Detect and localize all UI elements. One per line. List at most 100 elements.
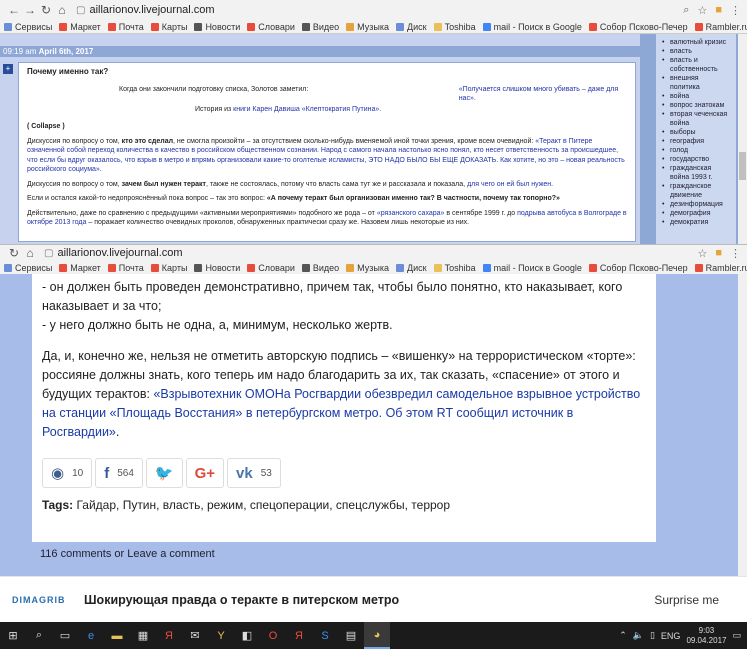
leave-comment-link[interactable]: Leave a comment	[127, 548, 214, 560]
bottom-bookmark-7[interactable]: Музыка	[346, 263, 389, 273]
lj-share-button[interactable]: ◉ 10	[42, 458, 93, 488]
top-bookmark-6[interactable]: Видео	[301, 22, 339, 32]
notifications-icon[interactable]: ▭	[732, 630, 741, 641]
book-link[interactable]: книги Карен Давиша «Клептократия Путина»…	[233, 106, 381, 113]
back-icon[interactable]: ←	[6, 3, 22, 17]
sidebar-tag-item[interactable]: война	[662, 92, 730, 101]
bottom-bookmark-1[interactable]: Маркет	[59, 263, 101, 273]
top-bookmark-7[interactable]: Музыка	[346, 22, 389, 32]
why-needed-link[interactable]: для чего он ей был нужен.	[467, 181, 553, 188]
bottom-bookmark-0[interactable]: Сервисы	[4, 263, 52, 273]
top-bookmark-1[interactable]: Маркет	[59, 22, 101, 32]
top-bookmark-8[interactable]: Диск	[396, 22, 427, 32]
sidebar-tag-item[interactable]: выборы	[662, 128, 730, 137]
app-icon[interactable]: ▤	[338, 622, 364, 649]
surprise-me-link[interactable]: Surprise me	[654, 593, 719, 607]
yandex-icon[interactable]: Я	[156, 622, 182, 649]
menu-icon[interactable]: ⋮	[730, 4, 741, 17]
explorer-icon[interactable]: ▬	[104, 622, 130, 649]
top-bookmark-11[interactable]: Собор Псково-Печер	[588, 22, 688, 32]
bottom-bookmark-5[interactable]: Словари	[247, 263, 295, 273]
sidebar-tag-item[interactable]: гражданская война 1993 г.	[662, 164, 730, 182]
sidebar-tag-item[interactable]: власть	[662, 47, 730, 56]
twitter-share-button[interactable]: 🐦	[145, 458, 183, 488]
sidebar-tag-item[interactable]: государство	[662, 155, 730, 164]
bottom-scrollbar[interactable]	[738, 274, 747, 576]
network-icon[interactable]: ▯	[650, 630, 655, 641]
top-bookmark-5[interactable]: Словари	[247, 22, 295, 32]
store-icon[interactable]: ▦	[130, 622, 156, 649]
star-icon-2[interactable]: ☆	[697, 247, 707, 260]
sidebar-tag-item[interactable]: вторая чеченская война	[662, 110, 730, 128]
search-icon[interactable]: ⌕	[26, 622, 52, 649]
tray-up-icon[interactable]: ⌃	[619, 630, 627, 641]
yandex-browser-icon[interactable]: Y	[208, 622, 234, 649]
sidebar-tag-item[interactable]: вопрос знатокам	[662, 101, 730, 110]
collapse-link[interactable]: ( Collapse )	[27, 123, 65, 130]
extension-icon-2[interactable]: ■	[715, 247, 722, 260]
opera-icon[interactable]: O	[260, 622, 286, 649]
top-bookmark-3[interactable]: Карты	[150, 22, 187, 32]
yandex-icon-2[interactable]: Я	[286, 622, 312, 649]
sidebar-tag-item[interactable]: голод	[662, 146, 730, 155]
language-indicator[interactable]: ENG	[661, 631, 681, 641]
bottom-bookmark-12[interactable]: Rambler.ru	[694, 263, 747, 273]
quote-link[interactable]: «Получается слишком много убивать – даже…	[459, 85, 627, 104]
sidebar-tag-item[interactable]: демография	[662, 209, 730, 218]
top-bookmark-12[interactable]: Rambler.ru	[694, 22, 747, 32]
reload-icon[interactable]: ↻	[38, 3, 54, 17]
menu-icon-2[interactable]: ⋮	[730, 247, 741, 260]
star-icon[interactable]: ☆	[697, 4, 707, 17]
volume-icon[interactable]: 🔈	[633, 630, 644, 641]
bottom-bookmark-11[interactable]: Собор Псково-Печер	[588, 263, 688, 273]
sidebar-tag-item[interactable]: власть и собственность	[662, 56, 730, 74]
bookmark-favicon-icon	[346, 22, 355, 31]
bookmark-favicon-icon	[194, 22, 203, 31]
skype-icon[interactable]: S	[312, 622, 338, 649]
top-bookmark-0[interactable]: Сервисы	[4, 22, 52, 32]
top-bookmark-4[interactable]: Новости	[194, 22, 240, 32]
top-scrollbar[interactable]	[738, 34, 747, 244]
extension-icon[interactable]: ■	[715, 4, 722, 17]
bottom-bookmark-8[interactable]: Диск	[396, 263, 427, 273]
home-icon-2[interactable]: ⌂	[22, 246, 38, 260]
promo-brand[interactable]: DIMAGRIB	[12, 595, 84, 605]
bottom-bookmark-10[interactable]: mail - Поиск в Google	[482, 263, 582, 273]
expand-icon[interactable]: +	[3, 64, 13, 74]
sidebar-tag-item[interactable]: внешняя политика	[662, 74, 730, 92]
bottom-bookmark-6[interactable]: Видео	[301, 263, 339, 273]
chrome-icon[interactable]: ◕	[364, 622, 390, 649]
sidebar-tag-item[interactable]: гражданское движение	[662, 182, 730, 200]
vk-share-button[interactable]: vk 53	[227, 458, 281, 488]
sidebar-tag-item[interactable]: демократия	[662, 218, 730, 227]
zoom-icon[interactable]: ⌕	[683, 4, 689, 17]
top-bookmark-10[interactable]: mail - Поиск в Google	[482, 22, 582, 32]
google-plus-share-button[interactable]: G+	[185, 458, 225, 488]
top-bookmark-2[interactable]: Почта	[107, 22, 144, 32]
windows-start-icon[interactable]: ⊞	[0, 622, 26, 649]
mail-icon[interactable]: ✉	[182, 622, 208, 649]
system-clock[interactable]: 9:03 09.04.2017	[686, 626, 726, 646]
home-icon[interactable]: ⌂	[54, 3, 70, 17]
ryazan-sugar-link[interactable]: «рязанского сахара»	[377, 210, 445, 217]
sidebar-tag-item[interactable]: дезинформация	[662, 200, 730, 209]
tags-list[interactable]: Гайдар, Путин, власть, режим, спецоперац…	[76, 498, 450, 512]
bookmark-favicon-icon	[247, 22, 256, 31]
bottom-bookmark-2[interactable]: Почта	[107, 263, 144, 273]
bottom-bookmark-4[interactable]: Новости	[194, 263, 240, 273]
sidebar-tag-item[interactable]: география	[662, 137, 730, 146]
top-bookmark-9[interactable]: Toshiba	[433, 22, 476, 32]
top-address-bar[interactable]: ▢ aillarionov.livejournal.com	[76, 4, 215, 16]
task-view-icon[interactable]: ▭	[52, 622, 78, 649]
media-icon[interactable]: ◧	[234, 622, 260, 649]
promo-title[interactable]: Шокирующая правда о теракте в питерском …	[84, 593, 399, 607]
bottom-address-bar[interactable]: ▢ aillarionov.livejournal.com	[44, 247, 183, 259]
bottom-bookmark-9[interactable]: Toshiba	[433, 263, 476, 273]
sidebar-tag-item[interactable]: валютный кризис	[662, 38, 730, 47]
edge-icon[interactable]: e	[78, 622, 104, 649]
facebook-share-button[interactable]: f 564	[95, 458, 143, 488]
bottom-bookmark-3[interactable]: Карты	[150, 263, 187, 273]
reload-icon-2[interactable]: ↻	[6, 246, 22, 260]
comments-count-link[interactable]: 116 comments	[40, 548, 111, 560]
forward-icon[interactable]: →	[22, 3, 38, 17]
